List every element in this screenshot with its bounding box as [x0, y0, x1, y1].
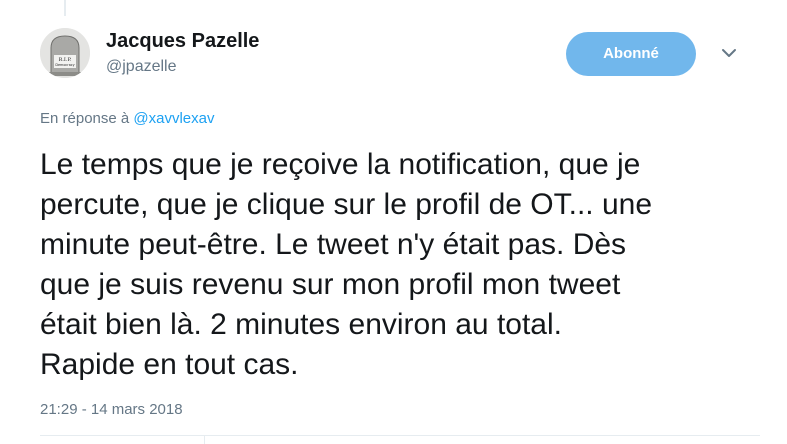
tweet-text-line: percute, que je clique sur le profil de …	[40, 188, 653, 221]
divider	[40, 435, 760, 436]
tweet-text-line: que je suis revenu sur mon profil mon tw…	[40, 268, 621, 301]
thread-connector-line	[64, 0, 66, 16]
chevron-down-icon-glyph	[722, 49, 736, 57]
tweet-text-line: Rapide en tout cas.	[40, 348, 299, 381]
reply-context: En réponse à @xavvlexav	[40, 110, 215, 127]
avatar[interactable]: R.I.P. Democracy	[40, 28, 90, 78]
author-name[interactable]: Jacques Pazelle	[106, 30, 259, 53]
tweet-text-line: minute peut-être. Le tweet n'y était pas…	[40, 228, 627, 261]
avatar-democracy-text: Democracy	[55, 63, 74, 67]
reply-prefix: En réponse à	[40, 110, 130, 127]
rip-gravestone-icon: R.I.P. Democracy	[40, 28, 90, 78]
reply-to-handle-link[interactable]: @xavvlexav	[133, 110, 214, 127]
tweet-text: Le temps que je reçoive la notification,…	[40, 145, 760, 385]
chevron-down-icon[interactable]	[718, 44, 740, 62]
follow-button[interactable]: Abonné	[566, 32, 696, 76]
tweet-text-line: était bien là. 2 minutes environ au tota…	[40, 308, 562, 341]
divider-tick	[204, 436, 205, 444]
tweet-text-line: Le temps que je reçoive la notification,…	[40, 148, 641, 181]
author-handle[interactable]: @jpazelle	[106, 58, 177, 76]
tweet-timestamp[interactable]: 21:29 - 14 mars 2018	[40, 401, 183, 418]
